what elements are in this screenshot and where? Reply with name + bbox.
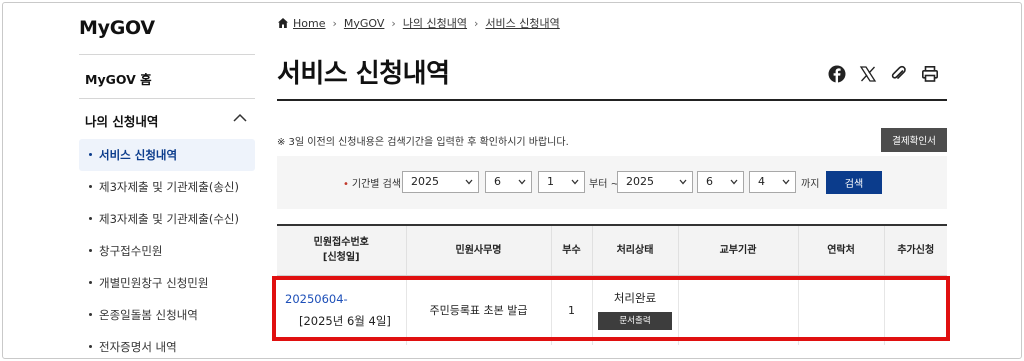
column-header-extra: 추가신청 xyxy=(884,224,947,276)
sidebar-item-label: 서비스 신청내역 xyxy=(99,148,178,162)
breadcrumb: Home › MyGOV › 나의 신청내역 › 서비스 신청내역 xyxy=(277,15,560,31)
chevron-right-icon: › xyxy=(332,16,337,30)
notice-text: ※ 3일 이전의 신청내용은 검색기간을 입력한 후 확인하시기 바랍니다. xyxy=(277,137,569,148)
sidebar-section-label: 나의 신청내역 xyxy=(85,114,159,129)
table-header-row: 민원접수번호 [신청일] 민원사무명 부수 처리상태 교부기관 연락처 추가신청 xyxy=(277,224,947,276)
breadcrumb-home[interactable]: Home xyxy=(293,17,325,30)
select-value: 4 xyxy=(758,175,765,188)
sidebar-item-label: 개별민원창구 신청민원 xyxy=(99,276,209,290)
chevron-down-icon xyxy=(679,179,687,185)
sidebar-item-label: 제3자제출 및 기관제출(송신) xyxy=(99,180,239,194)
column-header-status: 처리상태 xyxy=(592,224,679,276)
sidebar-item-label: 온종일돌봄 신청내역 xyxy=(99,308,198,322)
page-title: 서비스 신청내역 xyxy=(277,59,450,89)
sidebar-item-label: 창구접수민원 xyxy=(99,244,163,258)
from-month-select[interactable]: 6 xyxy=(485,171,532,193)
status-text: 처리완료 xyxy=(613,291,657,306)
search-label-text: 기간별 검색 xyxy=(351,179,402,190)
bullet-icon xyxy=(89,345,92,348)
column-header-agency: 교부기관 xyxy=(678,224,799,276)
service-name-cell: 주민등록표 초본 발급 xyxy=(406,275,552,345)
column-header-service: 민원사무명 xyxy=(406,224,552,276)
apply-date: [2025년 6월 4일] xyxy=(299,313,391,328)
chevron-down-icon xyxy=(465,179,473,185)
search-label: • 기간별 검색 xyxy=(343,175,401,190)
sidebar-section-toggle[interactable]: 나의 신청내역 xyxy=(79,105,255,137)
sidebar-list: 서비스 신청내역 제3자제출 및 기관제출(송신) 제3자제출 및 기관제출(수… xyxy=(79,139,255,358)
select-value: 6 xyxy=(706,175,713,188)
payment-receipt-button[interactable]: 결제확인서 xyxy=(881,128,947,152)
sidebar-item-e-certificates[interactable]: 전자증명서 내역 xyxy=(79,331,255,358)
from-suffix: 부터 ~ xyxy=(589,179,619,190)
sidebar-item-counter-petitions[interactable]: 창구접수민원 xyxy=(79,235,255,267)
to-month-select[interactable]: 6 xyxy=(697,171,744,193)
bullet-icon xyxy=(89,249,92,252)
from-day-select[interactable]: 1 xyxy=(538,171,585,193)
page-frame: MyGOV MyGOV 홈 나의 신청내역 서비스 신청내역 제3자제출 및 기… xyxy=(2,2,1022,359)
x-icon[interactable] xyxy=(859,65,877,83)
contact-cell xyxy=(798,275,885,345)
chevron-right-icon: › xyxy=(474,16,479,30)
chevron-down-icon xyxy=(571,179,579,185)
bullet-icon xyxy=(89,153,92,156)
column-header-receipt-no: 민원접수번호 [신청일] xyxy=(277,224,407,276)
sidebar-item-service-history[interactable]: 서비스 신청내역 xyxy=(79,139,255,171)
bullet-icon xyxy=(89,281,92,284)
home-icon xyxy=(278,18,288,28)
divider xyxy=(79,98,255,99)
link-icon[interactable] xyxy=(890,65,908,83)
select-value: 1 xyxy=(547,175,554,188)
title-divider xyxy=(277,99,947,101)
bullet-icon xyxy=(89,313,92,316)
breadcrumb-mygov[interactable]: MyGOV xyxy=(344,17,385,30)
header-sublabel: [신청일] xyxy=(322,252,360,264)
logo[interactable]: MyGOV xyxy=(79,17,155,39)
sidebar-item-third-party-received[interactable]: 제3자제출 및 기관제출(수신) xyxy=(79,203,255,235)
chevron-up-icon xyxy=(233,113,247,122)
print-document-button[interactable]: 문서출력 xyxy=(598,312,672,331)
column-header-contact: 연락처 xyxy=(798,224,885,276)
to-day-select[interactable]: 4 xyxy=(749,171,796,193)
sidebar-item-third-party-sent[interactable]: 제3자제출 및 기관제출(송신) xyxy=(79,171,255,203)
sidebar-item-individual-petitions[interactable]: 개별민원창구 신청민원 xyxy=(79,267,255,299)
agency-cell xyxy=(678,275,799,345)
print-icon[interactable] xyxy=(921,65,939,83)
to-suffix: 까지 xyxy=(801,179,820,190)
copies-cell: 1 xyxy=(551,275,593,345)
header-label: 민원접수번호 xyxy=(313,237,369,249)
table-row: 20250604- [2025년 6월 4일] 주민등록표 초본 발급 1 처리… xyxy=(277,275,947,345)
to-year-select[interactable]: 2025 xyxy=(617,171,693,193)
chevron-down-icon xyxy=(518,179,526,185)
share-toolbar xyxy=(828,65,939,83)
chevron-down-icon xyxy=(782,179,790,185)
bullet-icon: • xyxy=(343,179,349,190)
from-year-select[interactable]: 2025 xyxy=(402,171,479,193)
sidebar: MyGOV MyGOV 홈 나의 신청내역 서비스 신청내역 제3자제출 및 기… xyxy=(3,3,255,358)
bullet-icon xyxy=(89,217,92,220)
sidebar-item-home[interactable]: MyGOV 홈 xyxy=(85,69,152,88)
chevron-right-icon: › xyxy=(391,16,396,30)
sidebar-item-label: 제3자제출 및 기관제출(수신) xyxy=(99,212,239,226)
search-button[interactable]: 검색 xyxy=(826,171,882,194)
facebook-icon[interactable] xyxy=(828,65,846,83)
breadcrumb-my-applications[interactable]: 나의 신청내역 xyxy=(403,15,467,31)
column-header-copies: 부수 xyxy=(551,224,593,276)
sidebar-item-childcare[interactable]: 온종일돌봄 신청내역 xyxy=(79,299,255,331)
main-content: Home › MyGOV › 나의 신청내역 › 서비스 신청내역 서비스 신청… xyxy=(275,3,947,358)
sidebar-item-label: 전자증명서 내역 xyxy=(99,340,177,354)
extra-request-cell xyxy=(884,275,947,345)
chevron-down-icon xyxy=(730,179,738,185)
breadcrumb-service-history[interactable]: 서비스 신청내역 xyxy=(485,15,559,31)
status-cell: 처리완료 문서출력 xyxy=(592,275,679,345)
results-table: 민원접수번호 [신청일] 민원사무명 부수 처리상태 교부기관 연락처 추가신청 … xyxy=(277,224,947,345)
receipt-number-link[interactable]: 20250604- xyxy=(285,292,406,306)
divider xyxy=(79,54,255,55)
select-value: 2025 xyxy=(626,175,654,188)
receipt-cell: 20250604- [2025년 6월 4일] xyxy=(277,275,407,345)
bullet-icon xyxy=(89,185,92,188)
search-panel: • 기간별 검색 2025 6 1 부터 ~ 2025 6 4 까지 검색 xyxy=(277,156,947,209)
select-value: 6 xyxy=(494,175,501,188)
select-value: 2025 xyxy=(411,175,439,188)
